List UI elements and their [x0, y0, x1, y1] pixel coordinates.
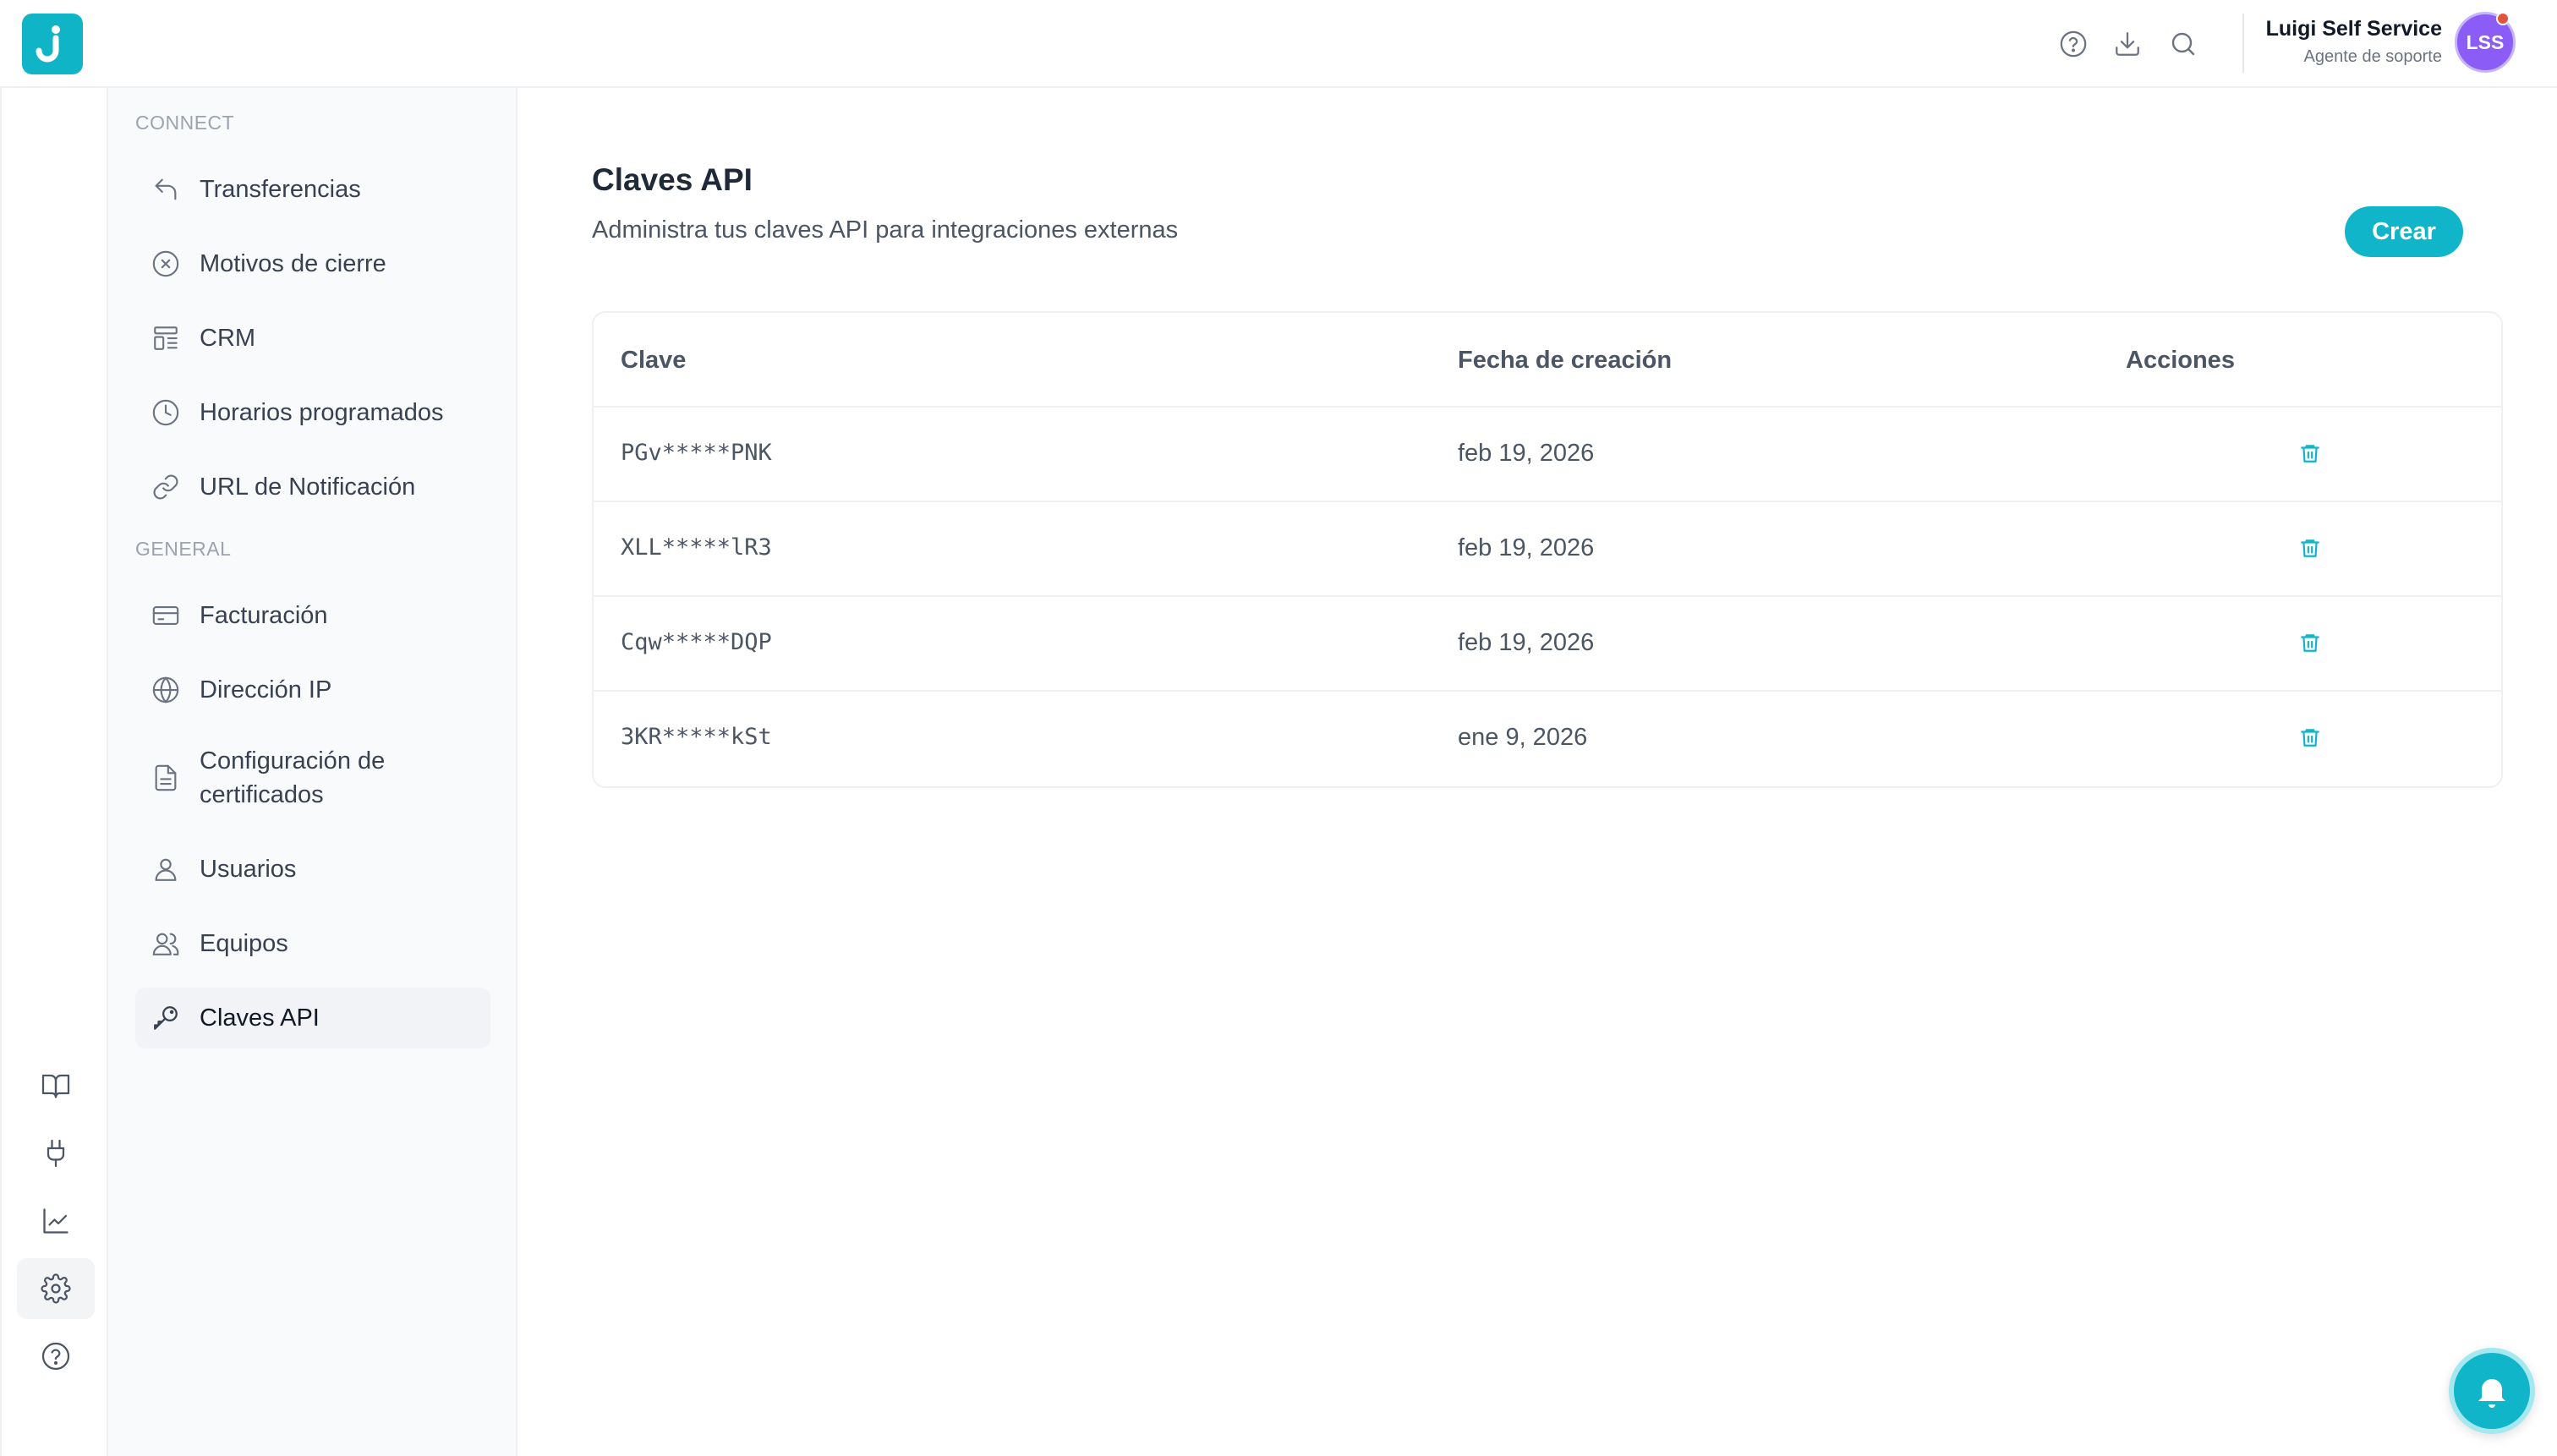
plug-icon[interactable]: [17, 1123, 95, 1184]
api-key-value: XLL*****lR3: [621, 534, 772, 561]
search-icon[interactable]: [2166, 27, 2200, 61]
sidebar-item-configuracion-de-certificados[interactable]: Configuración de certificados: [135, 739, 490, 817]
sidebar-item-label: Transferencias: [200, 176, 361, 203]
clock-icon: [149, 396, 183, 430]
trash-icon[interactable]: [2293, 531, 2327, 565]
user-icon: [149, 852, 183, 886]
users-icon: [149, 927, 183, 961]
top-bar: Luigi Self Service Agente de soporte LSS: [0, 0, 2557, 88]
key-icon: [149, 1001, 183, 1035]
sidebar-item-label: Claves API: [200, 1004, 320, 1032]
api-key-value: Cqw*****DQP: [621, 629, 772, 655]
sidebar-item-label: Horarios programados: [200, 399, 444, 426]
api-keys-table: Clave Fecha de creación Acciones PGv****…: [592, 311, 2503, 788]
notifications-button[interactable]: [2449, 1348, 2535, 1434]
sidebar-item-direccion-ip[interactable]: Dirección IP: [135, 665, 490, 715]
app-logo[interactable]: [22, 14, 83, 74]
logo-j-icon: [36, 25, 60, 63]
table-header: Clave Fecha de creación Acciones: [594, 313, 2501, 408]
sidebar-item-label: URL de Notificación: [200, 473, 416, 501]
sidebar-item-label: Dirección IP: [200, 676, 332, 703]
sidebar-item-label: Configuración de certificados: [200, 747, 386, 808]
trash-icon[interactable]: [2293, 720, 2327, 754]
help-circle-icon[interactable]: [2056, 27, 2090, 61]
creation-date: ene 9, 2026: [1458, 724, 1588, 751]
trash-icon[interactable]: [2293, 626, 2327, 660]
sidebar-item-horarios-programados[interactable]: Horarios programados: [135, 387, 490, 438]
sidebar-item-label: Usuarios: [200, 856, 297, 883]
table-row: 3KR*****kSt ene 9, 2026: [594, 692, 2501, 786]
layout-list-icon: [149, 321, 183, 355]
api-key-value: 3KR*****kSt: [621, 724, 772, 750]
creation-date: feb 19, 2026: [1458, 440, 1595, 467]
help-circle-icon[interactable]: [17, 1326, 95, 1387]
sidebar-item-motivos-de-cierre[interactable]: Motivos de cierre: [135, 238, 490, 289]
credit-card-icon: [149, 599, 183, 632]
sidebar-item-label: Facturación: [200, 602, 328, 629]
creation-date: feb 19, 2026: [1458, 534, 1595, 561]
column-header-fecha: Fecha de creación: [1458, 347, 1673, 374]
table-row: Cqw*****DQP feb 19, 2026: [594, 597, 2501, 692]
trash-icon[interactable]: [2293, 436, 2327, 470]
sidebar-item-transferencias[interactable]: Transferencias: [135, 164, 490, 215]
sidebar-item-facturacion[interactable]: Facturación: [135, 590, 490, 641]
user-role: Agente de soporte: [2303, 47, 2442, 66]
page-title: Claves API: [592, 162, 753, 197]
chart-line-icon[interactable]: [17, 1191, 95, 1251]
gear-icon[interactable]: [17, 1258, 95, 1319]
header-divider: [2242, 14, 2244, 73]
globe-icon: [149, 673, 183, 707]
column-header-acciones: Acciones: [2126, 347, 2235, 374]
link-icon: [149, 470, 183, 504]
table-row: PGv*****PNK feb 19, 2026: [594, 408, 2501, 502]
api-key-value: PGv*****PNK: [621, 440, 772, 466]
book-icon[interactable]: [17, 1055, 95, 1116]
sidebar-item-claves-api[interactable]: Claves API: [135, 988, 490, 1048]
sidebar-item-equipos[interactable]: Equipos: [135, 918, 490, 969]
create-button[interactable]: Crear: [2345, 206, 2463, 257]
section-label-general: GENERAL: [135, 538, 232, 560]
sidebar-item-url-de-notificacion[interactable]: URL de Notificación: [135, 462, 490, 512]
table-row: XLL*****lR3 feb 19, 2026: [594, 502, 2501, 597]
column-header-clave: Clave: [621, 347, 687, 374]
bell-icon: [2478, 1379, 2505, 1408]
x-circle-icon: [149, 247, 183, 281]
creation-date: feb 19, 2026: [1458, 629, 1595, 656]
user-name: Luigi Self Service: [2265, 17, 2442, 41]
section-label-connect: CONNECT: [135, 112, 235, 134]
file-text-icon: [149, 761, 183, 795]
sidebar-item-label: Motivos de cierre: [200, 250, 386, 277]
status-dot: [2496, 12, 2510, 25]
sidebar-item-usuarios[interactable]: Usuarios: [135, 844, 490, 895]
sidebar-item-crm[interactable]: CRM: [135, 313, 490, 364]
settings-sidebar: CONNECT Transferencias Motivos de cierre…: [108, 88, 517, 1456]
page-subtitle: Administra tus claves API para integraci…: [592, 216, 1179, 244]
sidebar-item-label: CRM: [200, 325, 256, 352]
icon-rail: [0, 88, 108, 1456]
reply-arrow-icon: [149, 172, 183, 206]
download-icon[interactable]: [2111, 27, 2144, 61]
sidebar-item-label: Equipos: [200, 930, 288, 957]
